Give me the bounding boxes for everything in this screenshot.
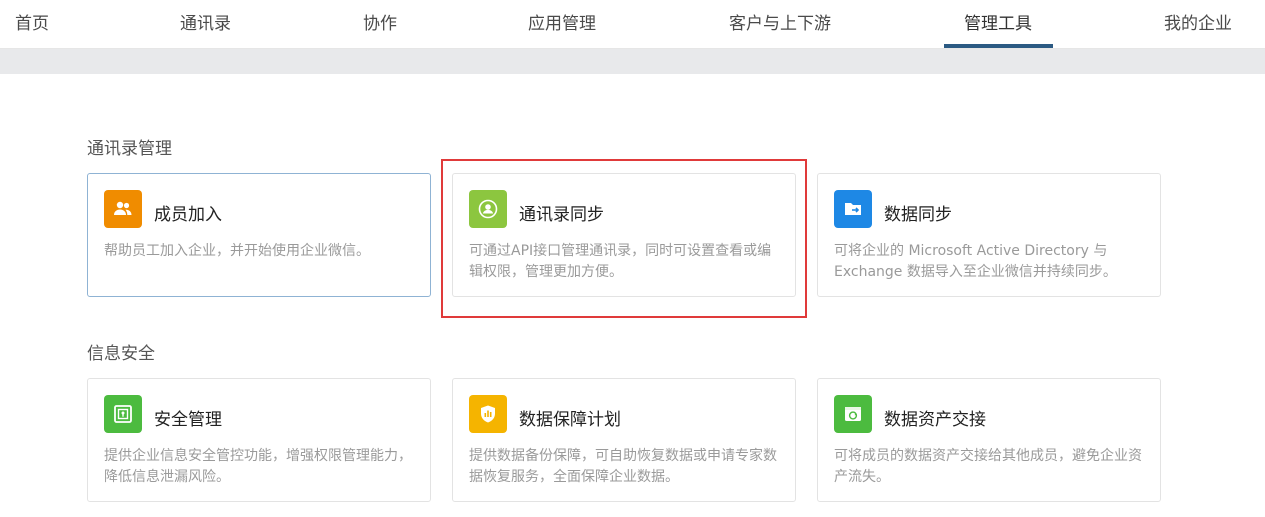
shield-chart-icon — [469, 395, 507, 433]
active-tab-indicator — [944, 44, 1053, 48]
card-title: 数据同步 — [884, 205, 952, 225]
top-navigation: 首页 通讯录 协作 应用管理 客户与上下游 管理工具 我的企业 — [0, 0, 1265, 49]
card-title: 数据资产交接 — [884, 410, 986, 430]
card-data-asset-handover[interactable]: 数据资产交接 可将成员的数据资产交接给其他成员，避免企业资产流失。 — [817, 378, 1161, 502]
card-description: 可将企业的 Microsoft Active Directory 与 Excha… — [834, 243, 1117, 280]
safe-icon — [104, 395, 142, 433]
folder-icon — [834, 190, 872, 228]
card-description: 提供数据备份保障，可自助恢复数据或申请专家数据恢复服务，全面保障企业数据。 — [469, 448, 777, 485]
card-member-join[interactable]: 成员加入 帮助员工加入企业，并开始使用企业微信。 — [87, 173, 431, 297]
nav-contacts[interactable]: 通讯录 — [180, 0, 231, 48]
highlight-box — [441, 159, 807, 318]
card-description: 可将成员的数据资产交接给其他成员，避免企业资产流失。 — [834, 448, 1142, 485]
card-data-sync[interactable]: 数据同步 可将企业的 Microsoft Active Directory 与 … — [817, 173, 1161, 297]
users-icon — [104, 190, 142, 228]
nav-app-management[interactable]: 应用管理 — [528, 0, 596, 48]
card-title: 安全管理 — [154, 410, 222, 430]
nav-my-enterprise[interactable]: 我的企业 — [1164, 0, 1232, 48]
card-data-protection-plan[interactable]: 数据保障计划 提供数据备份保障，可自助恢复数据或申请专家数据恢复服务，全面保障企… — [452, 378, 796, 502]
transfer-icon — [834, 395, 872, 433]
nav-management-tools[interactable]: 管理工具 — [964, 0, 1032, 48]
card-description: 提供企业信息安全管控功能，增强权限管理能力，降低信息泄漏风险。 — [104, 448, 412, 485]
card-security-management[interactable]: 安全管理 提供企业信息安全管控功能，增强权限管理能力，降低信息泄漏风险。 — [87, 378, 431, 502]
nav-collaboration[interactable]: 协作 — [363, 0, 397, 48]
card-title: 数据保障计划 — [519, 410, 621, 430]
header-band — [0, 49, 1265, 74]
card-title: 成员加入 — [154, 205, 222, 225]
section-title-contacts-management: 通讯录管理 — [87, 139, 172, 159]
section-title-information-security: 信息安全 — [87, 344, 155, 364]
nav-home[interactable]: 首页 — [15, 0, 49, 48]
nav-customers[interactable]: 客户与上下游 — [729, 0, 831, 48]
card-description: 帮助员工加入企业，并开始使用企业微信。 — [104, 243, 370, 259]
